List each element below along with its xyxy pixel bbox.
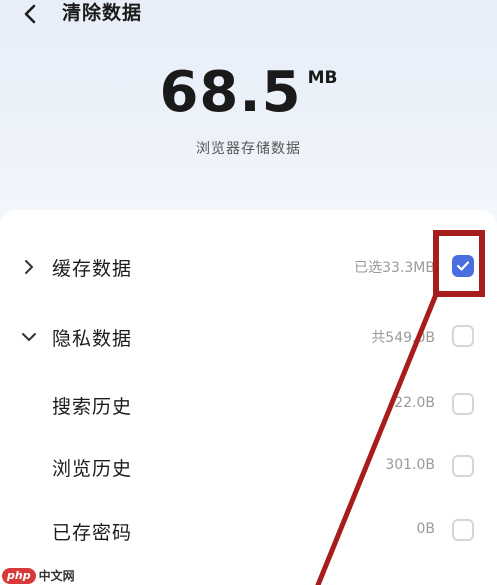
list-item-saved-passwords[interactable]: 已存密码 0B xyxy=(0,502,497,562)
list-item-amount: 0B xyxy=(416,521,435,537)
checkbox-privacy[interactable] xyxy=(452,325,474,347)
watermark: php 中文网 xyxy=(2,566,75,585)
page-title: 清除数据 xyxy=(62,2,143,24)
data-list-card: 缓存数据 已选33.3MB 隐私数据 共549.0B 搜索历史 22.0B 浏览… xyxy=(0,210,497,585)
checkbox-saved-passwords[interactable] xyxy=(452,519,474,541)
list-item-amount: 共549.0B xyxy=(371,330,435,346)
storage-size-value: 68.5 xyxy=(159,60,302,125)
list-item-amount: 已选33.3MB xyxy=(354,260,435,276)
list-item-label: 搜索历史 xyxy=(52,396,133,418)
storage-size-unit: MB xyxy=(307,68,338,88)
checkbox-browse-history[interactable] xyxy=(452,455,474,477)
chevron-down-icon[interactable] xyxy=(20,328,38,346)
list-item-label: 浏览历史 xyxy=(52,458,133,480)
storage-caption: 浏览器存储数据 xyxy=(196,141,301,157)
checkbox-search-history[interactable] xyxy=(452,393,474,415)
storage-size: 68.5 MB xyxy=(0,58,497,128)
list-item-browse-history[interactable]: 浏览历史 301.0B xyxy=(0,438,497,498)
back-button[interactable] xyxy=(16,0,44,28)
list-item-label: 已存密码 xyxy=(52,522,133,544)
list-item-amount: 301.0B xyxy=(385,457,435,473)
chevron-left-icon xyxy=(24,4,36,24)
list-item-search-history[interactable]: 搜索历史 22.0B xyxy=(0,376,497,436)
list-item-label: 缓存数据 xyxy=(52,258,133,280)
annotation-highlight-box xyxy=(433,230,485,297)
list-item-privacy[interactable]: 隐私数据 共549.0B xyxy=(0,308,497,368)
chevron-right-icon[interactable] xyxy=(20,258,38,276)
header-bar: 清除数据 xyxy=(0,0,497,40)
list-item-label: 隐私数据 xyxy=(52,328,133,350)
watermark-text: 中文网 xyxy=(38,569,75,583)
list-item-cache[interactable]: 缓存数据 已选33.3MB xyxy=(0,238,497,298)
list-item-amount: 22.0B xyxy=(394,395,435,411)
watermark-logo: php xyxy=(2,567,36,584)
